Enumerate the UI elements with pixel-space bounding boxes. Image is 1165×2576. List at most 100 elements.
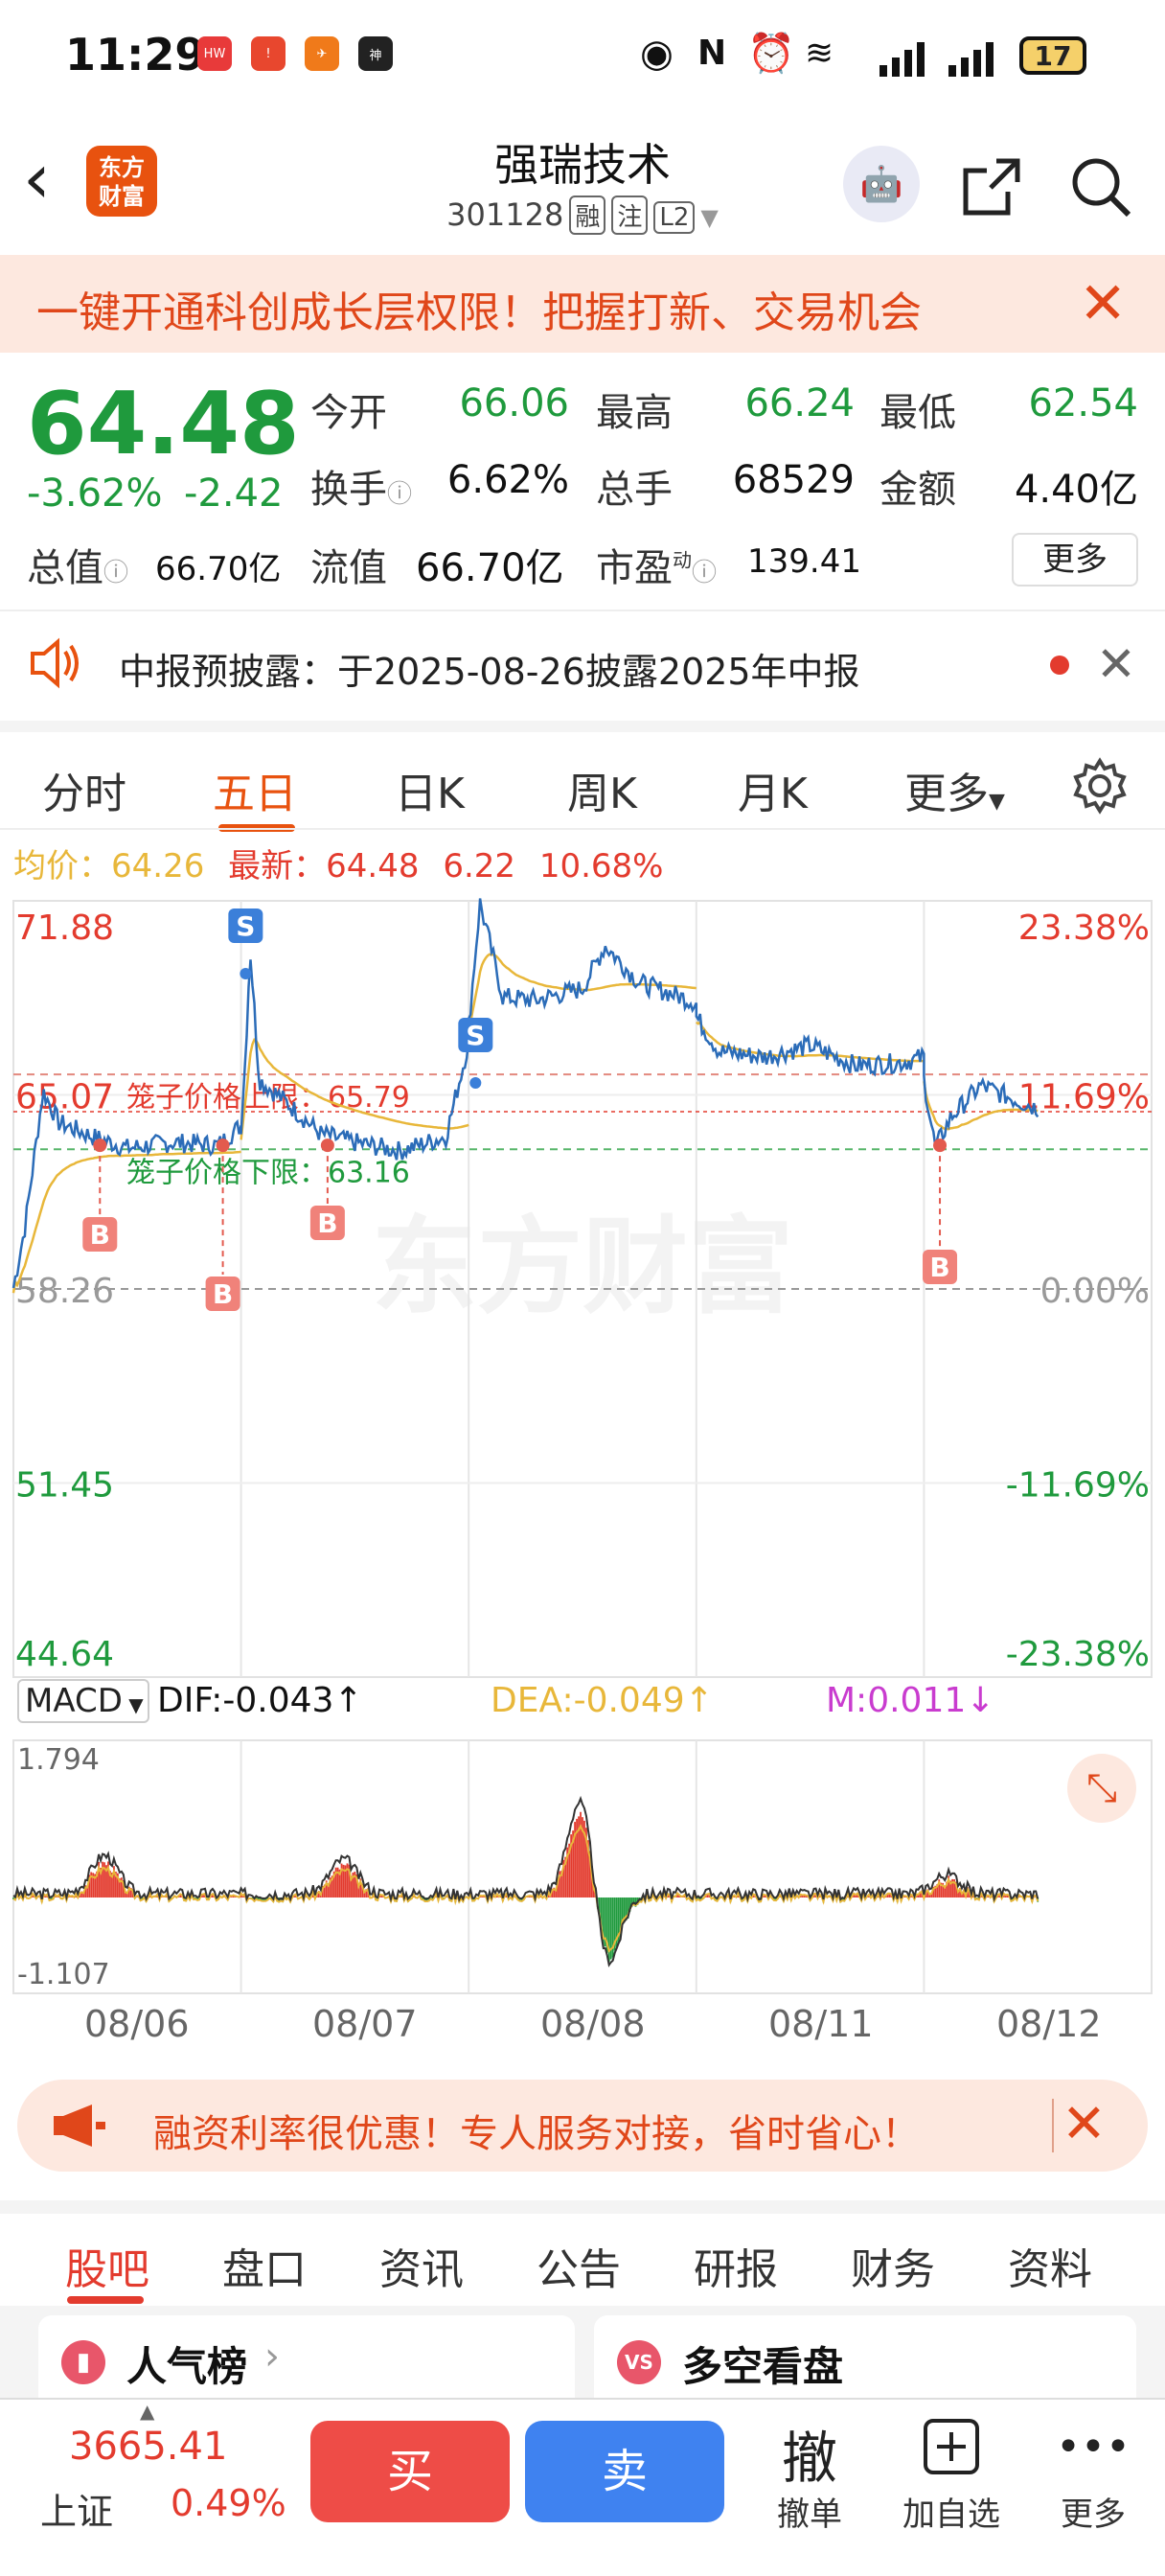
plane-app-icon: ✈ (305, 36, 339, 71)
sell-marker: S (458, 1018, 493, 1089)
close-icon[interactable]: ✕ (1096, 636, 1136, 692)
divider (1052, 2099, 1054, 2152)
more-label[interactable]: 更多 (1031, 2488, 1155, 2535)
more-icon[interactable]: ••• (1040, 2423, 1146, 2472)
close-icon[interactable]: ✕ (1062, 2093, 1107, 2155)
cancel-order-icon[interactable]: 撤 (757, 2413, 862, 2494)
buy-button[interactable]: 买 (310, 2421, 510, 2522)
open-value: 66.06 (459, 381, 569, 426)
tab-announcements[interactable]: 公告 (537, 2235, 621, 2296)
float-mv-value: 66.70亿 (416, 546, 564, 590)
popularity-card[interactable]: ▮ 人气榜 › (38, 2315, 575, 2398)
tab-news[interactable]: 资讯 (379, 2235, 464, 2296)
avg-price-label: 均价： (13, 847, 111, 886)
promo-banner[interactable]: 一键开通科创成长层权限！把握打新、交易机会 ✕ (0, 255, 1165, 353)
turnover-value: 6.62% (446, 458, 569, 502)
cancel-order-label[interactable]: 撤单 (747, 2488, 872, 2535)
expand-icon[interactable]: ⤡ (1067, 1754, 1136, 1823)
chevron-right-icon: › (264, 2334, 280, 2379)
amount-label: 金额 (879, 468, 956, 512)
level2-tag: L2 (653, 201, 696, 234)
margin-ad-banner[interactable]: 融资利率很优惠！专人服务对接，省时省心！ ✕ (17, 2080, 1148, 2172)
date-label: 08/08 (540, 2003, 646, 2045)
close-icon[interactable]: ✕ (1079, 270, 1127, 337)
low-label: 最低 (879, 391, 956, 435)
add-watchlist-label[interactable]: 加自选 (889, 2488, 1014, 2535)
svg-text:S: S (236, 910, 255, 942)
info-tabs: 股吧 盘口 资讯 公告 研报 财务 资料 (0, 2200, 1165, 2306)
unread-dot (1050, 656, 1069, 675)
settings-icon[interactable] (1071, 757, 1129, 818)
macd-min-label: -1.107 (17, 1958, 110, 1991)
signal-2-icon (948, 38, 1006, 80)
tab-guba[interactable]: 股吧 (65, 2235, 149, 2296)
tab-five-day[interactable]: 五日 (213, 759, 297, 820)
sell-button[interactable]: 卖 (525, 2421, 724, 2522)
tab-daily-k[interactable]: 日K (395, 759, 465, 820)
tab-research[interactable]: 研报 (694, 2235, 778, 2296)
pe-value: 139.41 (747, 542, 861, 581)
macd-dif: DIF:-0.043↑ (157, 1681, 363, 1720)
y-right-tick: 0.00% (1040, 1272, 1150, 1311)
tab-profile[interactable]: 资料 (1008, 2235, 1092, 2296)
date-label: 08/07 (312, 2003, 418, 2045)
change-percent: -3.62% (27, 472, 163, 516)
svg-text:B: B (213, 1278, 233, 1310)
low-value: 62.54 (1028, 381, 1138, 426)
notice-text: 中报预披露：于2025-08-26披露2025年中报 (119, 651, 860, 693)
date-label: 08/11 (768, 2003, 874, 2045)
y-left-tick: 51.45 (15, 1466, 114, 1506)
bottom-trade-bar: ▲ 3665.41 上证 0.49% 买 卖 撤 撤单 加自选 ••• 更多 (0, 2398, 1165, 2576)
volume-label: 总手 (596, 468, 673, 512)
feature-cards: ▮ 人气榜 › VS 多空看盘 (0, 2306, 1165, 2398)
current-price: 64.48 (27, 374, 300, 474)
macd-chart[interactable]: 1.794 -1.107 (0, 1735, 1165, 1999)
chevron-down-icon: ▼ (989, 790, 1005, 814)
tab-order-book[interactable]: 盘口 (222, 2235, 307, 2296)
index-value[interactable]: 3665.41 (69, 2425, 227, 2469)
status-time: 11:29 (65, 29, 206, 80)
search-icon[interactable] (1067, 153, 1134, 230)
chevron-down-icon: ▼ (700, 204, 719, 231)
total-mv-label: 总值ⓘ (27, 546, 129, 590)
tab-financials[interactable]: 财务 (851, 2235, 935, 2296)
tab-weekly-k[interactable]: 周K (567, 759, 637, 820)
tab-more[interactable]: 更多▼ (904, 759, 1005, 820)
alarm-icon: ⏰ (747, 32, 795, 76)
chevron-down-icon: ▼ (122, 1693, 144, 1716)
watermark: 东方财富 (372, 1206, 793, 1328)
margin-tag: 融 (569, 196, 606, 235)
pe-label: 市盈动ⓘ (596, 546, 718, 590)
tab-intraday[interactable]: 分时 (42, 759, 126, 820)
index-name: 上证 (40, 2491, 114, 2533)
y-right-tick: 23.38% (1018, 908, 1150, 948)
svg-text:B: B (317, 1208, 337, 1239)
total-mv-value: 66.70亿 (155, 550, 282, 588)
macd-dea: DEA:-0.049↑ (491, 1681, 714, 1720)
macd-selector[interactable]: MACD ▼ (17, 1679, 149, 1723)
bull-bear-card[interactable]: VS 多空看盘 (594, 2315, 1136, 2398)
sell-marker: S (228, 908, 263, 979)
share-icon[interactable] (958, 153, 1025, 230)
more-quote-button[interactable]: 更多 (1012, 533, 1138, 586)
volume-value: 68529 (732, 458, 855, 502)
earnings-notice[interactable]: 中报预披露：于2025-08-26披露2025年中报 ✕ (0, 613, 1165, 719)
y-right-tick: 11.69% (1018, 1078, 1150, 1117)
chart-change-percent: 10.68% (538, 847, 664, 886)
date-label: 08/06 (84, 2003, 190, 2045)
active-tab-indicator (67, 2296, 144, 2304)
info-icon: ⓘ (387, 480, 413, 509)
turnover-label: 换手ⓘ (310, 468, 413, 512)
add-watchlist-icon[interactable] (922, 2417, 981, 2480)
info-icon: ⓘ (692, 559, 718, 587)
date-label: 08/12 (996, 2003, 1102, 2045)
svg-text:B: B (929, 1252, 949, 1283)
ai-assistant-icon[interactable]: 🤖 (843, 146, 920, 222)
stock-code: 301128 (446, 196, 564, 233)
latest-value: 64.48 (326, 847, 420, 886)
info-icon: ⓘ (103, 559, 129, 587)
tab-monthly-k[interactable]: 月K (738, 759, 808, 820)
five-day-chart[interactable]: 东方财富 笼子价格上限：65.79 笼子价格下限：63.16 71.88 23.38% 6… (0, 891, 1165, 1696)
chevron-up-icon: ▲ (140, 2400, 155, 2423)
open-label: 今开 (310, 391, 387, 435)
